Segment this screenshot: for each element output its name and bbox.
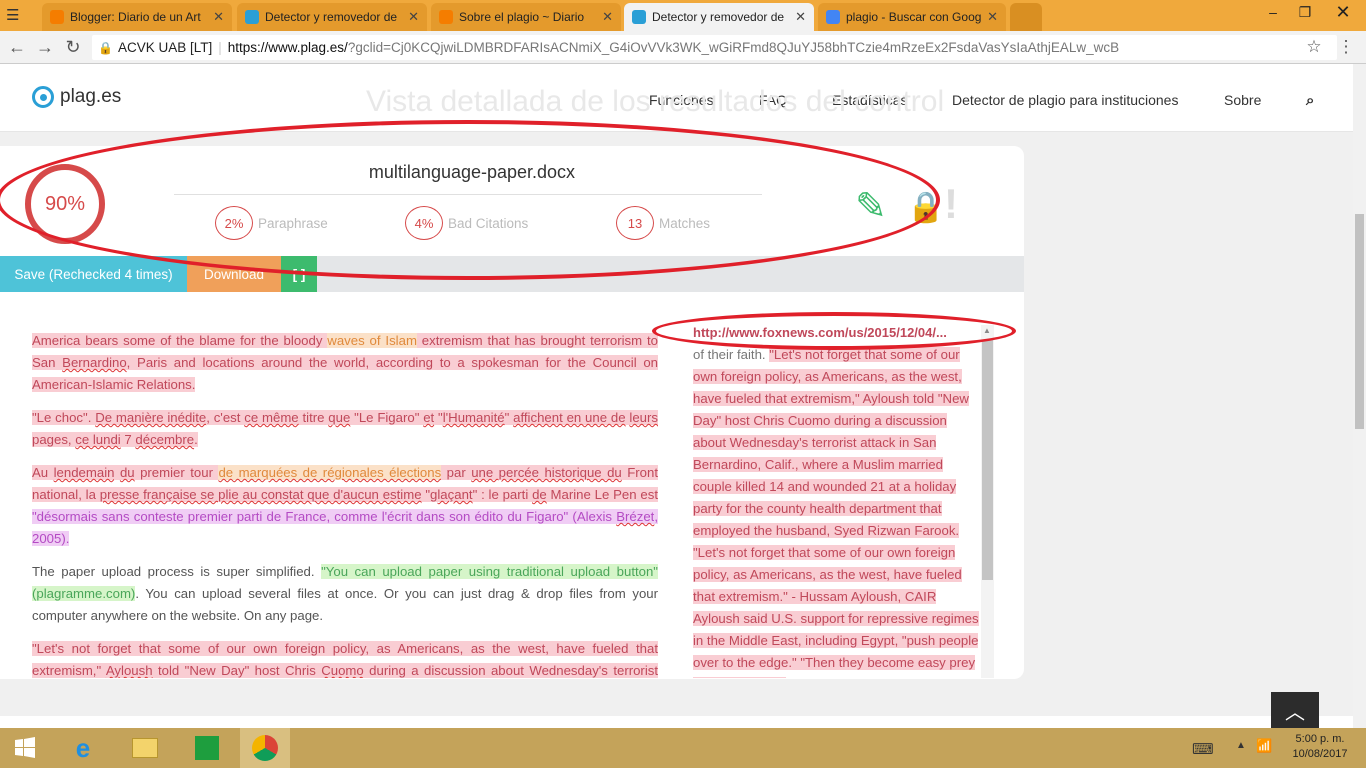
lock-icon: 🔒 <box>98 40 113 55</box>
chrome-taskbar-icon[interactable] <box>240 728 290 768</box>
page-scrollbar-thumb[interactable] <box>1355 214 1364 429</box>
forward-icon[interactable]: → <box>34 37 56 58</box>
minimize-icon[interactable]: – <box>1258 0 1288 24</box>
tab-title: Sobre el plagio ~ Diario <box>459 10 585 24</box>
close-window-icon[interactable]: ✕ <box>1328 0 1358 24</box>
document-text: America bears some of the blame for the … <box>32 330 658 678</box>
close-tab-icon[interactable]: ✕ <box>408 9 419 25</box>
doc-paragraph-3: Au lendemain du premier tour de marquées… <box>32 465 658 546</box>
url-query: ?gclid=Cj0KCQjwiLDMBRDFARIsACNmiX_G4iOvV… <box>347 40 1120 55</box>
system-clock[interactable]: 5:00 p. m. 10/08/2017 <box>1288 732 1352 762</box>
doc-paragraph-4: The paper upload process is super simpli… <box>32 564 658 623</box>
tab-title: Blogger: Diario de un Art <box>70 10 201 24</box>
source-scrollbar-thumb[interactable] <box>982 340 993 580</box>
close-tab-icon[interactable]: ✕ <box>602 9 613 25</box>
browser-tab-5[interactable]: plagio - Buscar con Goog ✕ <box>818 3 1006 31</box>
annotation-ellipse-header <box>0 120 940 280</box>
reload-icon[interactable]: ↻ <box>62 37 84 58</box>
tab-title: Detector y removedor de <box>265 10 398 24</box>
ghost-page-title: Vista detallada de los resultados del co… <box>366 85 945 118</box>
google-icon <box>826 10 840 24</box>
keyboard-icon[interactable]: ⌨ <box>1192 740 1214 758</box>
logo-text: plag.es <box>60 86 122 107</box>
search-icon[interactable]: ⌕ <box>1306 92 1314 109</box>
chrome-menu-icon[interactable]: ☰ <box>6 6 19 24</box>
blogger-icon <box>50 10 64 24</box>
close-tab-icon[interactable]: ✕ <box>795 9 806 25</box>
page-scrollbar[interactable] <box>1353 64 1366 728</box>
nav-sobre[interactable]: Sobre <box>1224 92 1261 108</box>
browser-tab-2[interactable]: Detector y removedor de ✕ <box>237 3 427 31</box>
clock-date: 10/08/2017 <box>1292 748 1348 760</box>
security-label: ACVK UAB [LT] <box>117 40 213 55</box>
tab-title: plagio - Buscar con Goog <box>846 10 982 24</box>
site-logo[interactable]: plag.es <box>32 86 121 108</box>
chrome-menu-dots-icon[interactable]: ⋮ <box>1335 37 1357 57</box>
internet-explorer-icon[interactable]: e <box>58 728 108 768</box>
tray-expand-icon[interactable]: ▲ <box>1236 740 1246 751</box>
annotation-ellipse-source-url <box>652 312 1016 350</box>
new-tab-button[interactable] <box>1010 3 1042 31</box>
plag-logo-icon <box>32 86 54 108</box>
close-tab-icon[interactable]: ✕ <box>213 9 224 25</box>
windows-start-icon[interactable] <box>0 728 50 768</box>
plag-icon <box>245 10 259 24</box>
network-icon[interactable]: 📶 <box>1256 738 1272 754</box>
doc-paragraph-5: "Let's not forget that some of our own f… <box>32 638 658 678</box>
source-text: of their faith. "Let's not forget that s… <box>693 344 983 678</box>
save-button[interactable]: Save (Rechecked 4 times) <box>0 256 187 292</box>
blogger-icon <box>439 10 453 24</box>
address-bar: ← → ↻ 🔒 ACVK UAB [LT] | https://www.plag… <box>0 31 1366 64</box>
browser-tab-1[interactable]: Blogger: Diario de un Art ✕ <box>42 3 232 31</box>
warning-icon[interactable]: ! <box>944 180 958 228</box>
url-host: https://www.plag.es/ <box>227 40 348 55</box>
bookmark-star-icon[interactable]: ☆ <box>1303 37 1325 57</box>
back-icon[interactable]: ← <box>6 37 28 58</box>
tab-title: Detector y removedor de <box>652 10 785 24</box>
close-tab-icon[interactable]: ✕ <box>987 9 998 25</box>
clock-time: 5:00 p. m. <box>1295 733 1345 745</box>
store-icon[interactable] <box>182 728 232 768</box>
browser-tab-4[interactable]: Detector y removedor de ✕ <box>624 3 814 31</box>
source-panel: http://www.foxnews.com/us/2015/12/04/...… <box>693 322 983 678</box>
url-input[interactable]: 🔒 ACVK UAB [LT] | https://www.plag.es/?g… <box>92 35 1337 60</box>
file-explorer-icon[interactable] <box>120 728 170 768</box>
doc-paragraph-1: America bears some of the blame for the … <box>32 333 658 392</box>
chevron-up-icon: ︿ <box>1285 701 1305 724</box>
windows-taskbar: e ⌨ ▲ 📶 <box>0 728 1366 768</box>
doc-paragraph-2: "Le choc". De manière inédite, c'est ce … <box>32 410 658 447</box>
nav-instituciones[interactable]: Detector de plagio para instituciones <box>952 92 1178 108</box>
plag-icon <box>632 10 646 24</box>
maximize-icon[interactable]: ❐ <box>1290 0 1320 24</box>
browser-tab-3[interactable]: Sobre el plagio ~ Diario ✕ <box>431 3 621 31</box>
scroll-to-top-button[interactable]: ︿ <box>1271 692 1319 728</box>
